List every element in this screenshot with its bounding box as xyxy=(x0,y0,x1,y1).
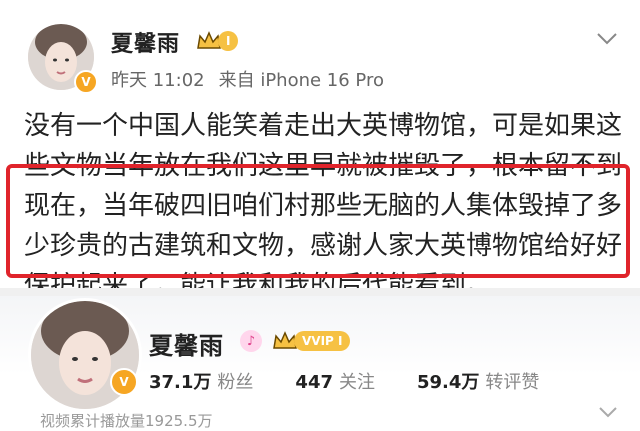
vvip-badge[interactable]: VVIP I xyxy=(272,330,351,352)
post-meta: 昨天 11:02 来自 iPhone 16 Pro xyxy=(111,66,384,92)
following-label: 关注 xyxy=(339,372,375,393)
profile-stats: 37.1万 粉丝 447 关注 59.4万 转评赞 xyxy=(149,368,581,394)
following-count[interactable]: 447 xyxy=(295,372,333,393)
profile-name[interactable]: 夏馨雨 xyxy=(149,326,224,361)
post-line: 少珍贵的古建筑和文物，感谢人家大英博物馆给好好 xyxy=(24,231,623,261)
verified-icon: V xyxy=(110,368,138,396)
post-text: 没有一个中国人能笑着走出大英博物馆，可是如果这 些文物当年放在我们这里早就被摧毁… xyxy=(24,106,622,306)
followers-count[interactable]: 37.1万 xyxy=(149,368,211,394)
engagement-count: 59.4万 xyxy=(417,372,480,393)
engagement-label: 转评赞 xyxy=(485,372,540,393)
chevron-down-icon[interactable] xyxy=(598,406,618,420)
post-line: 现在，当年破四旧咱们村那些无脑的人集体毁掉了多 xyxy=(24,191,623,221)
video-play-count: 视频累计播放量1925.5万 xyxy=(40,412,213,430)
vip-badge[interactable]: I xyxy=(196,30,239,52)
post-time: 昨天 11:02 xyxy=(111,70,205,91)
followers-label: 粉丝 xyxy=(217,372,254,393)
vip-level: I xyxy=(218,31,239,51)
divider xyxy=(0,288,640,296)
vvip-level: VVIP I xyxy=(294,331,351,351)
post-line: 没有一个中国人能笑着走出大英博物馆，可是如果这 xyxy=(24,111,623,141)
verified-icon: V xyxy=(74,70,98,94)
chevron-down-icon[interactable] xyxy=(596,32,618,46)
post-author-name[interactable]: 夏馨雨 xyxy=(111,26,180,58)
post-source: 来自 iPhone 16 Pro xyxy=(218,70,384,91)
tiktok-icon[interactable]: ♪ xyxy=(240,330,262,352)
post-line: 些文物当年放在我们这里早就被摧毁了，根本留不到 xyxy=(24,151,623,181)
